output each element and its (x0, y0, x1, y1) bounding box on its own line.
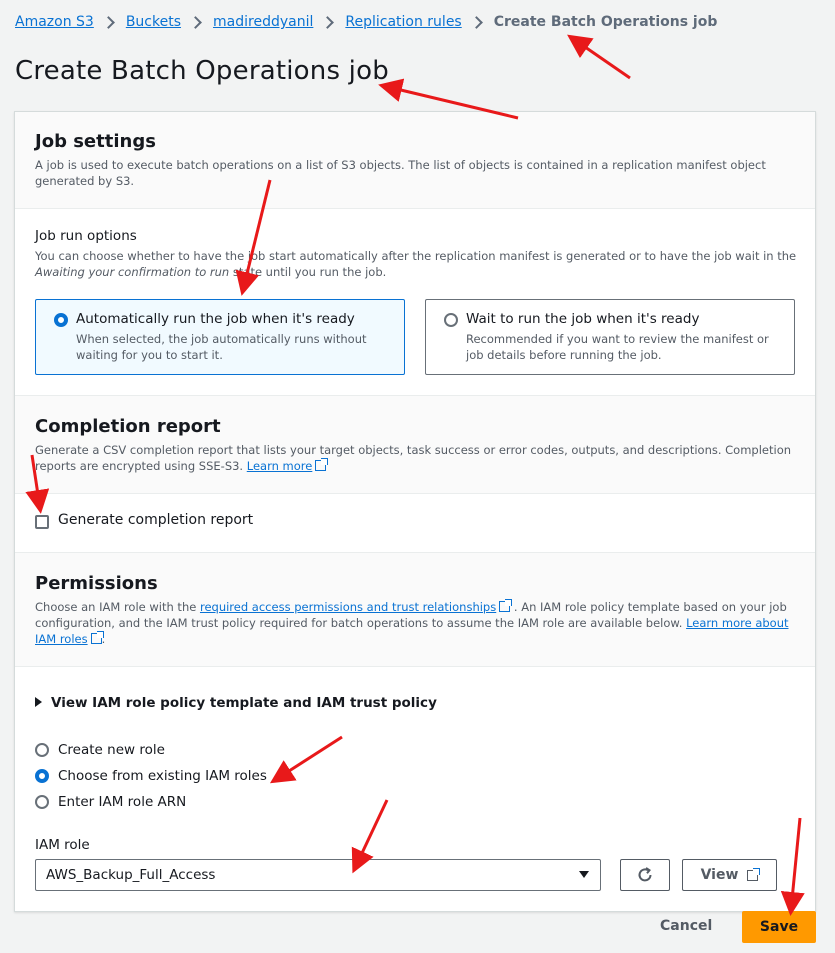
iam-role-selected-value: AWS_Backup_Full_Access (46, 867, 216, 883)
wait-to-run-title: Wait to run the job when it's ready (466, 311, 700, 327)
caret-down-icon (579, 871, 589, 878)
view-button-label: View (700, 867, 739, 883)
external-link-icon (747, 867, 761, 881)
external-link-icon (315, 458, 329, 471)
permissions-header: Permissions Choose an IAM role with the … (15, 552, 815, 667)
caret-right-icon (35, 697, 42, 707)
chevron-right-icon (101, 15, 115, 29)
iam-policy-expander[interactable]: View IAM role policy template and IAM tr… (35, 695, 437, 711)
job-settings-header: Job settings A job is used to execute ba… (15, 112, 815, 209)
completion-report-description: Generate a CSV completion report that li… (35, 442, 805, 474)
breadcrumb-buckets[interactable]: Buckets (126, 14, 181, 30)
permissions-title: Permissions (35, 573, 158, 594)
required-permissions-link[interactable]: required access permissions and trust re… (200, 600, 496, 614)
chevron-right-icon (469, 15, 483, 29)
run-automatically-title: Automatically run the job when it's read… (76, 311, 355, 327)
permissions-desc-text: Choose an IAM role with the (35, 600, 200, 614)
completion-report-desc-text: Generate a CSV completion report that li… (35, 443, 792, 473)
option-label: Create new role (58, 742, 165, 758)
radio-selected-icon[interactable] (54, 313, 68, 327)
breadcrumb-bucket[interactable]: madireddyanil (213, 14, 313, 30)
option-create-new-role[interactable]: Create new role (35, 742, 165, 758)
option-label: Enter IAM role ARN (58, 794, 187, 810)
option-enter-role-arn[interactable]: Enter IAM role ARN (35, 794, 186, 810)
completion-report-title: Completion report (35, 416, 221, 437)
page-title: Create Batch Operations job (15, 56, 389, 86)
run-automatically-desc: When selected, the job automatically run… (76, 332, 367, 362)
job-settings-title: Job settings (35, 131, 156, 152)
iam-role-label: IAM role (35, 837, 90, 853)
breadcrumb: Amazon S3 Buckets madireddyanil Replicat… (15, 14, 717, 30)
iam-role-select[interactable]: AWS_Backup_Full_Access (35, 859, 601, 891)
option-choose-existing-role[interactable]: Choose from existing IAM roles (35, 768, 267, 784)
permissions-description: Choose an IAM role with the required acc… (35, 599, 805, 647)
refresh-button[interactable] (620, 859, 670, 891)
radio-icon[interactable] (444, 313, 458, 327)
save-button[interactable]: Save (742, 911, 816, 943)
external-link-icon (90, 631, 104, 644)
wait-to-run-desc: Recommended if you want to review the ma… (466, 332, 769, 362)
chevron-right-icon (321, 15, 335, 29)
radio-selected-icon[interactable] (35, 769, 49, 783)
completion-report-header: Completion report Generate a CSV complet… (15, 395, 815, 494)
job-run-options-label: Job run options (35, 228, 137, 244)
chevron-right-icon (189, 15, 202, 29)
job-settings-description: A job is used to execute batch operation… (35, 158, 766, 188)
iam-policy-expander-label: View IAM role policy template and IAM tr… (51, 695, 437, 711)
run-options-desc-italic: Awaiting your confirmation to run (35, 265, 230, 279)
wait-to-run-tile[interactable]: Wait to run the job when it's ready Reco… (425, 299, 795, 375)
radio-icon[interactable] (35, 743, 49, 757)
refresh-icon (638, 867, 652, 882)
option-label: Choose from existing IAM roles (58, 768, 267, 784)
run-options-desc-text-end: state until you run the job. (229, 265, 387, 279)
cancel-button[interactable]: Cancel (660, 918, 712, 934)
generate-report-label[interactable]: Generate completion report (58, 512, 253, 528)
external-link-icon (499, 599, 513, 612)
run-automatically-tile[interactable]: Automatically run the job when it's read… (35, 299, 405, 375)
job-form-container: Job settings A job is used to execute ba… (14, 111, 816, 912)
breadcrumb-amazon-s3[interactable]: Amazon S3 (15, 14, 94, 30)
arrow-annotation (567, 34, 631, 80)
breadcrumb-replication-rules[interactable]: Replication rules (345, 14, 461, 30)
breadcrumb-current: Create Batch Operations job (493, 14, 718, 30)
job-run-options-description: You can choose whether to have the job s… (35, 248, 805, 280)
generate-report-checkbox[interactable] (35, 515, 49, 529)
radio-icon[interactable] (35, 795, 49, 809)
view-role-button[interactable]: View (682, 859, 777, 891)
run-options-desc-text: You can choose whether to have the job s… (35, 249, 797, 263)
learn-more-link[interactable]: Learn more (247, 459, 313, 473)
